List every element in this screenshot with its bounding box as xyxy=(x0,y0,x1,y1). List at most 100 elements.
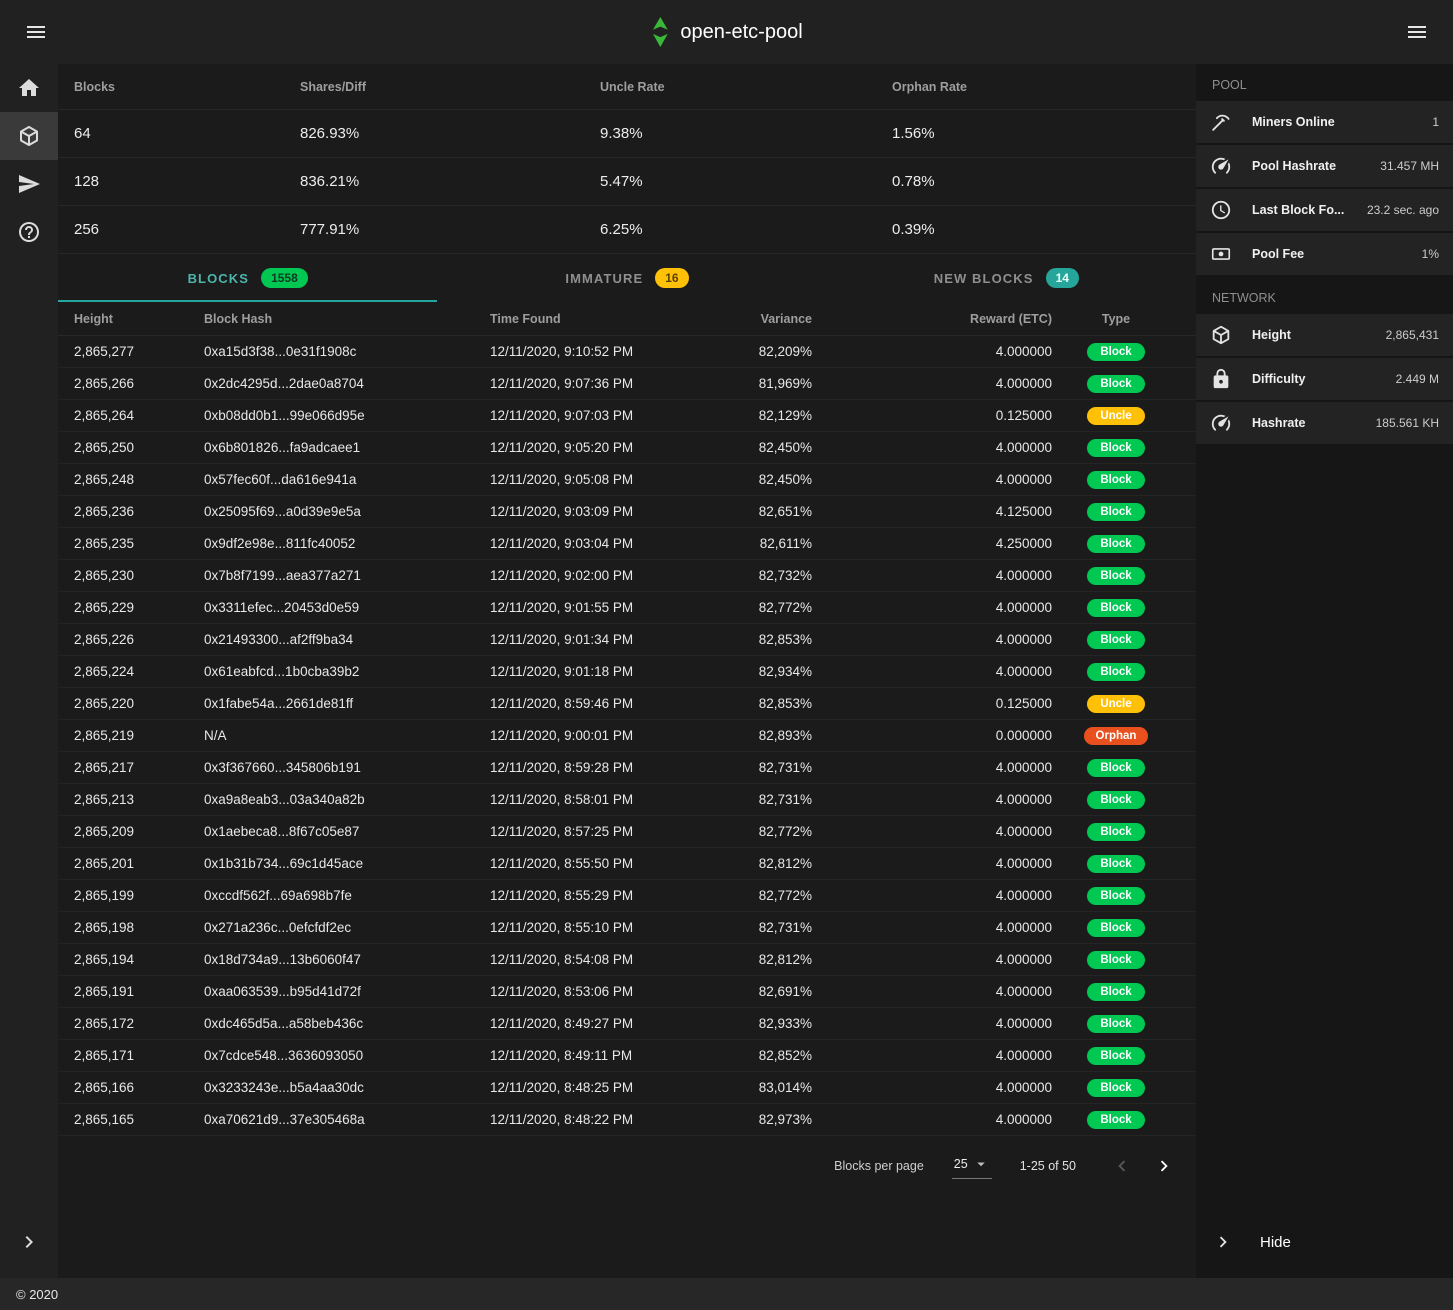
tab-label: BLOCKS xyxy=(188,271,250,286)
block-variance: 82,812% xyxy=(702,952,812,967)
block-height: 2,865,213 xyxy=(74,792,204,807)
block-time: 12/11/2020, 8:55:50 PM xyxy=(490,856,702,871)
block-row[interactable]: 2,865,248 0x57fec60f...da616e941a 12/11/… xyxy=(58,464,1196,496)
stat-label: Difficulty xyxy=(1252,372,1305,386)
block-type-chip: Block xyxy=(1087,1015,1145,1033)
block-type-chip: Block xyxy=(1087,951,1145,969)
block-hash: 0xa15d3f38...0e31f1908c xyxy=(204,344,490,359)
nav-item-payments[interactable] xyxy=(0,160,58,208)
block-row[interactable]: 2,865,165 0xa70621d9...37e305468a 12/11/… xyxy=(58,1104,1196,1136)
block-type-chip: Uncle xyxy=(1087,695,1145,713)
block-time: 12/11/2020, 9:07:36 PM xyxy=(490,376,702,391)
cash-icon xyxy=(1210,243,1232,265)
tab-blocks[interactable]: BLOCKS 1558 xyxy=(58,254,437,302)
block-row[interactable]: 2,865,219 N/A 12/11/2020, 9:00:01 PM 82,… xyxy=(58,720,1196,752)
nav-item-blocks[interactable] xyxy=(0,112,58,160)
luck-orphan-value: 0.39% xyxy=(892,221,1180,238)
prev-page-button[interactable] xyxy=(1104,1148,1140,1184)
block-height: 2,865,198 xyxy=(74,920,204,935)
block-time: 12/11/2020, 9:07:03 PM xyxy=(490,408,702,423)
col-reward: Reward (ETC) xyxy=(812,312,1052,326)
block-type-chip: Block xyxy=(1087,343,1145,361)
block-time: 12/11/2020, 9:03:09 PM xyxy=(490,504,702,519)
block-hash: 0xa70621d9...37e305468a xyxy=(204,1112,490,1127)
block-variance: 82,731% xyxy=(702,920,812,935)
block-row[interactable]: 2,865,226 0x21493300...af2ff9ba34 12/11/… xyxy=(58,624,1196,656)
block-row[interactable]: 2,865,250 0x6b801826...fa9adcaee1 12/11/… xyxy=(58,432,1196,464)
block-row[interactable]: 2,865,236 0x25095f69...a0d39e9e5a 12/11/… xyxy=(58,496,1196,528)
block-row[interactable]: 2,865,166 0x3233243e...b5a4aa30dc 12/11/… xyxy=(58,1072,1196,1104)
page-range: 1-25 of 50 xyxy=(1020,1159,1076,1173)
block-row[interactable]: 2,865,209 0x1aebeca8...8f67c05e87 12/11/… xyxy=(58,816,1196,848)
tab-immature[interactable]: IMMATURE 16 xyxy=(437,254,816,302)
block-row[interactable]: 2,865,191 0xaa063539...b95d41d72f 12/11/… xyxy=(58,976,1196,1008)
blocks-tabs: BLOCKS 1558 IMMATURE 16 NEW BLOCKS 14 xyxy=(58,254,1196,302)
block-row[interactable]: 2,865,266 0x2dc4295d...2dae0a8704 12/11/… xyxy=(58,368,1196,400)
pool-luck-row: 128 836.21% 5.47% 0.78% xyxy=(58,158,1196,206)
expand-left-nav-button[interactable] xyxy=(0,1218,58,1266)
stat-pool-hashrate: Pool Hashrate 31.457 MH xyxy=(1196,145,1453,187)
block-row[interactable]: 2,865,171 0x7cdce548...3636093050 12/11/… xyxy=(58,1040,1196,1072)
block-variance: 82,934% xyxy=(702,664,812,679)
caret-down-icon xyxy=(972,1155,990,1173)
block-row[interactable]: 2,865,198 0x271a236c...0efcfdf2ec 12/11/… xyxy=(58,912,1196,944)
right-menu-button[interactable] xyxy=(1397,12,1437,52)
block-row[interactable]: 2,865,277 0xa15d3f38...0e31f1908c 12/11/… xyxy=(58,336,1196,368)
hide-sidebar-button[interactable]: Hide xyxy=(1196,1218,1453,1266)
stat-pool-fee: Pool Fee 1% xyxy=(1196,233,1453,275)
block-reward: 4.000000 xyxy=(812,632,1052,647)
luck-shares-value: 777.91% xyxy=(300,221,600,238)
block-row[interactable]: 2,865,224 0x61eabfcd...1b0cba39b2 12/11/… xyxy=(58,656,1196,688)
luck-orphan-value: 0.78% xyxy=(892,173,1180,190)
block-reward: 4.000000 xyxy=(812,824,1052,839)
blocks-rows: 2,865,277 0xa15d3f38...0e31f1908c 12/11/… xyxy=(58,336,1196,1136)
block-hash: 0x3233243e...b5a4aa30dc xyxy=(204,1080,490,1095)
blocks-per-page-select[interactable]: 25 xyxy=(952,1153,992,1179)
block-time: 12/11/2020, 9:01:55 PM xyxy=(490,600,702,615)
block-type-chip: Block xyxy=(1087,759,1145,777)
block-variance: 82,209% xyxy=(702,344,812,359)
block-time: 12/11/2020, 8:48:22 PM xyxy=(490,1112,702,1127)
menu-button[interactable] xyxy=(16,12,56,52)
block-row[interactable]: 2,865,230 0x7b8f7199...aea377a271 12/11/… xyxy=(58,560,1196,592)
block-variance: 82,731% xyxy=(702,760,812,775)
block-height: 2,865,230 xyxy=(74,568,204,583)
block-type-chip: Uncle xyxy=(1087,407,1145,425)
block-row[interactable]: 2,865,213 0xa9a8eab3...03a340a82b 12/11/… xyxy=(58,784,1196,816)
tab-new-blocks[interactable]: NEW BLOCKS 14 xyxy=(817,254,1196,302)
next-page-button[interactable] xyxy=(1146,1148,1182,1184)
chevron-right-icon xyxy=(17,1230,41,1254)
block-row[interactable]: 2,865,199 0xccdf562f...69a698b7fe 12/11/… xyxy=(58,880,1196,912)
pool-luck-table: Blocks Shares/Diff Uncle Rate Orphan Rat… xyxy=(58,64,1196,254)
stat-value: 1 xyxy=(1432,115,1439,129)
pool-section-title: POOL xyxy=(1196,64,1453,101)
block-time: 12/11/2020, 8:57:25 PM xyxy=(490,824,702,839)
block-reward: 0.000000 xyxy=(812,728,1052,743)
nav-item-home[interactable] xyxy=(0,64,58,112)
block-row[interactable]: 2,865,172 0xdc465d5a...a58beb436c 12/11/… xyxy=(58,1008,1196,1040)
stat-label: Last Block Fo... xyxy=(1252,203,1344,217)
block-row[interactable]: 2,865,235 0x9df2e98e...811fc40052 12/11/… xyxy=(58,528,1196,560)
block-row[interactable]: 2,865,194 0x18d734a9...13b6060f47 12/11/… xyxy=(58,944,1196,976)
pool-luck-rows: 64 826.93% 9.38% 1.56% 128 836.21% 5.47%… xyxy=(58,110,1196,254)
block-type-chip: Block xyxy=(1087,887,1145,905)
col-blocks: Blocks xyxy=(74,80,300,94)
block-type-chip: Block xyxy=(1087,663,1145,681)
block-height: 2,865,209 xyxy=(74,824,204,839)
block-row[interactable]: 2,865,264 0xb08dd0b1...99e066d95e 12/11/… xyxy=(58,400,1196,432)
nav-item-help[interactable] xyxy=(0,208,58,256)
block-row[interactable]: 2,865,217 0x3f367660...345806b191 12/11/… xyxy=(58,752,1196,784)
block-row[interactable]: 2,865,220 0x1fabe54a...2661de81ff 12/11/… xyxy=(58,688,1196,720)
block-height: 2,865,201 xyxy=(74,856,204,871)
stat-miners-online: Miners Online 1 xyxy=(1196,101,1453,143)
block-hash: 0xa9a8eab3...03a340a82b xyxy=(204,792,490,807)
block-variance: 82,611% xyxy=(702,536,812,551)
block-height: 2,865,229 xyxy=(74,600,204,615)
block-time: 12/11/2020, 9:00:01 PM xyxy=(490,728,702,743)
stats-sidebar: POOL Miners Online 1 Pool Hashrate 31.45… xyxy=(1196,64,1453,1278)
block-row[interactable]: 2,865,229 0x3311efec...20453d0e59 12/11/… xyxy=(58,592,1196,624)
hamburger-icon xyxy=(1405,20,1429,44)
chevron-right-icon xyxy=(1153,1155,1175,1177)
block-row[interactable]: 2,865,201 0x1b31b734...69c1d45ace 12/11/… xyxy=(58,848,1196,880)
hide-label: Hide xyxy=(1260,1234,1291,1251)
